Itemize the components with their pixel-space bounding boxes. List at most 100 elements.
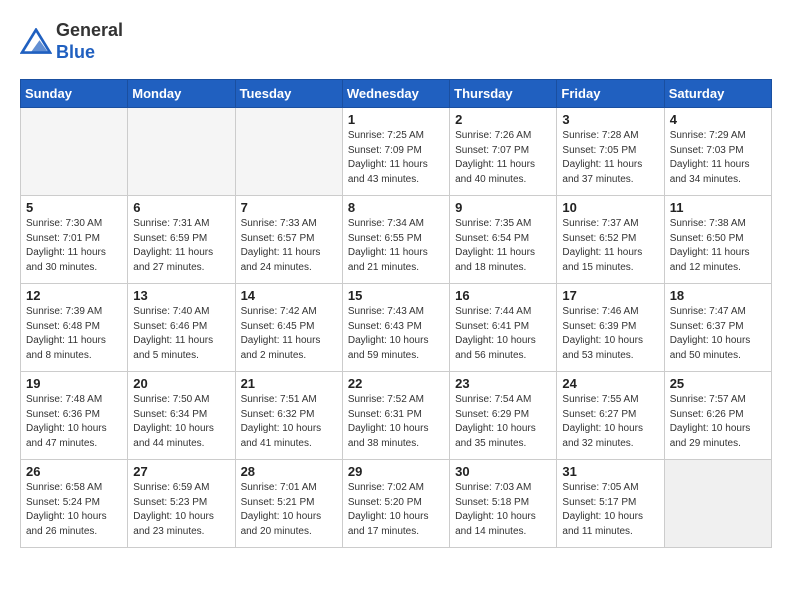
day-number: 13: [133, 288, 229, 303]
calendar-cell: [21, 108, 128, 196]
day-info: Sunrise: 7:26 AM Sunset: 7:07 PM Dayligh…: [455, 129, 551, 187]
day-info: Sunrise: 7:28 AM Sunset: 7:05 PM Dayligh…: [562, 129, 658, 187]
calendar-cell: 30 Sunrise: 7:03 AM Sunset: 5:18 PM Dayli…: [450, 460, 557, 548]
day-number: 16: [455, 288, 551, 303]
day-number: 5: [26, 200, 122, 215]
day-info: Sunrise: 7:30 AM Sunset: 7:01 PM Dayligh…: [26, 217, 122, 275]
calendar-cell: 27 Sunrise: 6:59 AM Sunset: 5:23 PM Dayli…: [128, 460, 235, 548]
day-number: 31: [562, 464, 658, 479]
calendar-cell: 17 Sunrise: 7:46 AM Sunset: 6:39 PM Dayli…: [557, 284, 664, 372]
day-number: 27: [133, 464, 229, 479]
day-number: 4: [670, 112, 766, 127]
logo-text: General Blue: [56, 20, 123, 63]
day-info: Sunrise: 7:42 AM Sunset: 6:45 PM Dayligh…: [241, 305, 337, 363]
day-info: Sunrise: 7:03 AM Sunset: 5:18 PM Dayligh…: [455, 481, 551, 539]
day-number: 21: [241, 376, 337, 391]
calendar-table: SundayMondayTuesdayWednesdayThursdayFrid…: [20, 79, 772, 548]
weekday-header-wednesday: Wednesday: [342, 80, 449, 108]
logo-blue: Blue: [56, 42, 95, 62]
calendar-cell: 19 Sunrise: 7:48 AM Sunset: 6:36 PM Dayli…: [21, 372, 128, 460]
day-number: 6: [133, 200, 229, 215]
calendar-cell: 8 Sunrise: 7:34 AM Sunset: 6:55 PM Daylig…: [342, 196, 449, 284]
day-number: 8: [348, 200, 444, 215]
day-info: Sunrise: 7:38 AM Sunset: 6:50 PM Dayligh…: [670, 217, 766, 275]
weekday-header-sunday: Sunday: [21, 80, 128, 108]
calendar-cell: 7 Sunrise: 7:33 AM Sunset: 6:57 PM Daylig…: [235, 196, 342, 284]
day-number: 14: [241, 288, 337, 303]
day-info: Sunrise: 6:58 AM Sunset: 5:24 PM Dayligh…: [26, 481, 122, 539]
calendar-cell: 11Sunrise: 7:38 AM Sunset: 6:50 PM Dayli…: [664, 196, 771, 284]
calendar-cell: 12 Sunrise: 7:39 AM Sunset: 6:48 PM Dayli…: [21, 284, 128, 372]
day-number: 3: [562, 112, 658, 127]
day-info: Sunrise: 7:35 AM Sunset: 6:54 PM Dayligh…: [455, 217, 551, 275]
day-info: Sunrise: 7:37 AM Sunset: 6:52 PM Dayligh…: [562, 217, 658, 275]
day-info: Sunrise: 7:55 AM Sunset: 6:27 PM Dayligh…: [562, 393, 658, 451]
calendar-cell: 1 Sunrise: 7:25 AM Sunset: 7:09 PM Daylig…: [342, 108, 449, 196]
calendar-cell: 14 Sunrise: 7:42 AM Sunset: 6:45 PM Dayli…: [235, 284, 342, 372]
day-number: 30: [455, 464, 551, 479]
day-info: Sunrise: 7:39 AM Sunset: 6:48 PM Dayligh…: [26, 305, 122, 363]
day-info: Sunrise: 6:59 AM Sunset: 5:23 PM Dayligh…: [133, 481, 229, 539]
calendar-cell: 9 Sunrise: 7:35 AM Sunset: 6:54 PM Daylig…: [450, 196, 557, 284]
day-info: Sunrise: 7:50 AM Sunset: 6:34 PM Dayligh…: [133, 393, 229, 451]
calendar-cell: [235, 108, 342, 196]
day-info: Sunrise: 7:34 AM Sunset: 6:55 PM Dayligh…: [348, 217, 444, 275]
day-info: Sunrise: 7:48 AM Sunset: 6:36 PM Dayligh…: [26, 393, 122, 451]
calendar-cell: 24 Sunrise: 7:55 AM Sunset: 6:27 PM Dayli…: [557, 372, 664, 460]
calendar-cell: 6 Sunrise: 7:31 AM Sunset: 6:59 PM Daylig…: [128, 196, 235, 284]
day-info: Sunrise: 7:29 AM Sunset: 7:03 PM Dayligh…: [670, 129, 766, 187]
calendar-week-5: 26 Sunrise: 6:58 AM Sunset: 5:24 PM Dayli…: [21, 460, 772, 548]
calendar-cell: 18 Sunrise: 7:47 AM Sunset: 6:37 PM Dayli…: [664, 284, 771, 372]
weekday-header-friday: Friday: [557, 80, 664, 108]
day-number: 29: [348, 464, 444, 479]
day-number: 19: [26, 376, 122, 391]
calendar-cell: 21Sunrise: 7:51 AM Sunset: 6:32 PM Dayli…: [235, 372, 342, 460]
day-info: Sunrise: 7:05 AM Sunset: 5:17 PM Dayligh…: [562, 481, 658, 539]
day-number: 24: [562, 376, 658, 391]
day-number: 10: [562, 200, 658, 215]
calendar-cell: [128, 108, 235, 196]
logo: General Blue: [20, 20, 123, 63]
calendar-week-3: 12 Sunrise: 7:39 AM Sunset: 6:48 PM Dayli…: [21, 284, 772, 372]
day-number: 15: [348, 288, 444, 303]
calendar-cell: 28 Sunrise: 7:01 AM Sunset: 5:21 PM Dayli…: [235, 460, 342, 548]
day-number: 22: [348, 376, 444, 391]
calendar-cell: 3 Sunrise: 7:28 AM Sunset: 7:05 PM Daylig…: [557, 108, 664, 196]
day-number: 7: [241, 200, 337, 215]
day-number: 26: [26, 464, 122, 479]
day-number: 1: [348, 112, 444, 127]
day-info: Sunrise: 7:47 AM Sunset: 6:37 PM Dayligh…: [670, 305, 766, 363]
day-info: Sunrise: 7:40 AM Sunset: 6:46 PM Dayligh…: [133, 305, 229, 363]
day-info: Sunrise: 7:44 AM Sunset: 6:41 PM Dayligh…: [455, 305, 551, 363]
day-info: Sunrise: 7:25 AM Sunset: 7:09 PM Dayligh…: [348, 129, 444, 187]
day-info: Sunrise: 7:01 AM Sunset: 5:21 PM Dayligh…: [241, 481, 337, 539]
day-number: 9: [455, 200, 551, 215]
weekday-header-tuesday: Tuesday: [235, 80, 342, 108]
weekday-header-thursday: Thursday: [450, 80, 557, 108]
calendar-cell: 20Sunrise: 7:50 AM Sunset: 6:34 PM Dayli…: [128, 372, 235, 460]
page-header: General Blue: [20, 20, 772, 63]
day-number: 17: [562, 288, 658, 303]
day-number: 23: [455, 376, 551, 391]
logo-icon: [20, 28, 52, 56]
calendar-cell: 23 Sunrise: 7:54 AM Sunset: 6:29 PM Dayli…: [450, 372, 557, 460]
day-info: Sunrise: 7:31 AM Sunset: 6:59 PM Dayligh…: [133, 217, 229, 275]
calendar-cell: 13 Sunrise: 7:40 AM Sunset: 6:46 PM Dayli…: [128, 284, 235, 372]
calendar-cell: 26 Sunrise: 6:58 AM Sunset: 5:24 PM Dayli…: [21, 460, 128, 548]
day-info: Sunrise: 7:46 AM Sunset: 6:39 PM Dayligh…: [562, 305, 658, 363]
calendar-cell: 2Sunrise: 7:26 AM Sunset: 7:07 PM Daylig…: [450, 108, 557, 196]
day-number: 28: [241, 464, 337, 479]
weekday-header-saturday: Saturday: [664, 80, 771, 108]
calendar-cell: [664, 460, 771, 548]
calendar-cell: 29 Sunrise: 7:02 AM Sunset: 5:20 PM Dayli…: [342, 460, 449, 548]
calendar-cell: 4 Sunrise: 7:29 AM Sunset: 7:03 PM Daylig…: [664, 108, 771, 196]
day-info: Sunrise: 7:57 AM Sunset: 6:26 PM Dayligh…: [670, 393, 766, 451]
day-number: 12: [26, 288, 122, 303]
day-number: 18: [670, 288, 766, 303]
weekday-header-row: SundayMondayTuesdayWednesdayThursdayFrid…: [21, 80, 772, 108]
day-info: Sunrise: 7:54 AM Sunset: 6:29 PM Dayligh…: [455, 393, 551, 451]
day-info: Sunrise: 7:33 AM Sunset: 6:57 PM Dayligh…: [241, 217, 337, 275]
logo-general: General: [56, 20, 123, 40]
calendar-cell: 22Sunrise: 7:52 AM Sunset: 6:31 PM Dayli…: [342, 372, 449, 460]
day-info: Sunrise: 7:02 AM Sunset: 5:20 PM Dayligh…: [348, 481, 444, 539]
